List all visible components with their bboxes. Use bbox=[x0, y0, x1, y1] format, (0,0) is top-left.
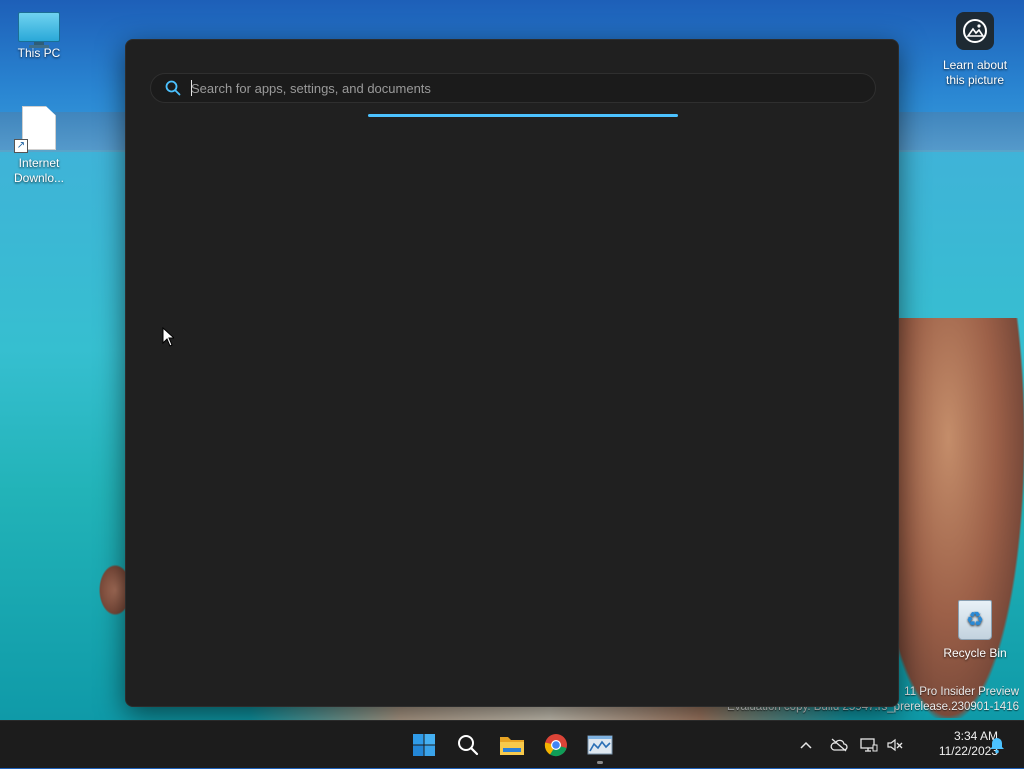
loading-bar bbox=[368, 114, 678, 117]
network-icon bbox=[860, 738, 878, 752]
tray-overflow-button[interactable] bbox=[796, 721, 816, 769]
shortcut-arrow-icon: ↗ bbox=[14, 139, 28, 153]
taskbar: 3:34 AM 11/22/2023 bbox=[0, 720, 1024, 768]
recycle-bin-icon: ♻ bbox=[958, 600, 992, 640]
desktop-icon-recycle-bin[interactable]: ♻ Recycle Bin bbox=[938, 600, 1012, 661]
notification-button[interactable] bbox=[986, 721, 1008, 769]
desktop-icon-label: Internet Downlo... bbox=[13, 156, 65, 185]
desktop-icon-this-pc[interactable]: This PC bbox=[2, 12, 76, 61]
cloud-offline-icon bbox=[830, 738, 848, 752]
tray-volume-button[interactable] bbox=[884, 721, 906, 769]
desktop-icon-learn-picture[interactable]: Learn about this picture bbox=[938, 12, 1012, 88]
wallpaper-rock bbox=[96, 560, 128, 620]
tray-network-button[interactable] bbox=[858, 721, 880, 769]
computer-icon bbox=[18, 12, 60, 48]
desktop-icon-label: Recycle Bin bbox=[943, 646, 1007, 660]
chevron-up-icon bbox=[800, 741, 812, 749]
bell-icon bbox=[990, 738, 1004, 754]
desktop-icon-label: Learn about this picture bbox=[942, 58, 1008, 87]
speaker-muted-icon bbox=[887, 738, 903, 752]
folder-icon bbox=[500, 737, 524, 755]
running-app-indicator bbox=[597, 761, 603, 764]
watermark-line-1: 11 Pro Insider Preview bbox=[904, 686, 1019, 698]
windows-logo-icon bbox=[413, 734, 435, 756]
search-box[interactable] bbox=[150, 73, 876, 103]
search-icon bbox=[458, 735, 479, 756]
camera-circle-icon bbox=[956, 12, 994, 50]
taskbar-search-button[interactable] bbox=[452, 729, 484, 761]
taskbar-chrome-button[interactable] bbox=[540, 729, 572, 761]
search-input[interactable] bbox=[191, 80, 875, 96]
chrome-icon bbox=[544, 734, 567, 757]
taskbar-start-button[interactable] bbox=[408, 729, 440, 761]
chart-window-icon bbox=[587, 735, 613, 755]
taskbar-file-explorer-button[interactable] bbox=[496, 729, 528, 761]
tray-onedrive-button[interactable] bbox=[828, 721, 850, 769]
search-icon bbox=[165, 80, 181, 96]
search-panel bbox=[125, 39, 899, 707]
desktop-icon-label: This PC bbox=[17, 46, 61, 60]
mouse-cursor-icon bbox=[162, 327, 174, 347]
taskbar-performance-monitor-button[interactable] bbox=[584, 729, 616, 761]
